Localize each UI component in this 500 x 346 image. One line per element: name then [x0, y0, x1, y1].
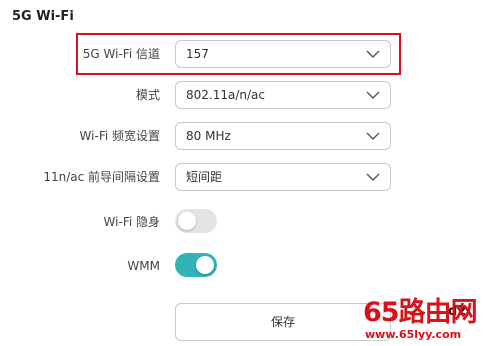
bandwidth-select[interactable]: 80 MHz: [175, 122, 391, 150]
toggle-knob: [196, 256, 214, 274]
hidden-toggle[interactable]: [175, 209, 217, 233]
wifi-settings-page: 5G Wi-Fi 5G Wi-Fi 信道 157 模式 802.11a/n/ac…: [0, 0, 500, 346]
mode-row: 模式 802.11a/n/ac: [0, 81, 500, 109]
watermark-url: www.65lyy.com: [365, 328, 462, 341]
section-title: 5G Wi-Fi: [12, 9, 74, 24]
wmm-toggle[interactable]: [175, 253, 217, 277]
toggle-knob: [178, 212, 196, 230]
chevron-down-icon: [366, 132, 380, 140]
channel-label: 5G Wi-Fi 信道: [82, 47, 160, 61]
guard-interval-row: 11n/ac 前导间隔设置 短间距: [0, 163, 500, 191]
bandwidth-label: Wi-Fi 频宽设置: [79, 129, 160, 143]
mode-select[interactable]: 802.11a/n/ac: [175, 81, 391, 109]
bandwidth-value: 80 MHz: [186, 129, 231, 143]
hidden-row: Wi-Fi 隐身: [0, 208, 500, 236]
channel-row: 5G Wi-Fi 信道 157: [0, 40, 500, 68]
guard-interval-select[interactable]: 短间距: [175, 163, 391, 191]
channel-select[interactable]: 157: [175, 40, 391, 68]
chevron-down-icon: [366, 173, 380, 181]
bandwidth-row: Wi-Fi 频宽设置 80 MHz: [0, 122, 500, 150]
chevron-down-icon: [366, 91, 380, 99]
save-button[interactable]: 保存: [175, 303, 391, 341]
mode-value: 802.11a/n/ac: [186, 88, 265, 102]
guard-interval-label: 11n/ac 前导间隔设置: [43, 170, 160, 184]
channel-value: 157: [186, 47, 209, 61]
wmm-row: WMM: [0, 252, 500, 280]
wmm-label: WMM: [127, 259, 160, 273]
chevron-down-icon: [366, 50, 380, 58]
hidden-label: Wi-Fi 隐身: [103, 215, 160, 229]
watermark-logo: 65路由网 www.65lyy.com: [363, 290, 500, 346]
guard-interval-value: 短间距: [186, 170, 223, 184]
watermark-text: 65路由网: [363, 297, 478, 328]
mode-label: 模式: [135, 88, 160, 102]
